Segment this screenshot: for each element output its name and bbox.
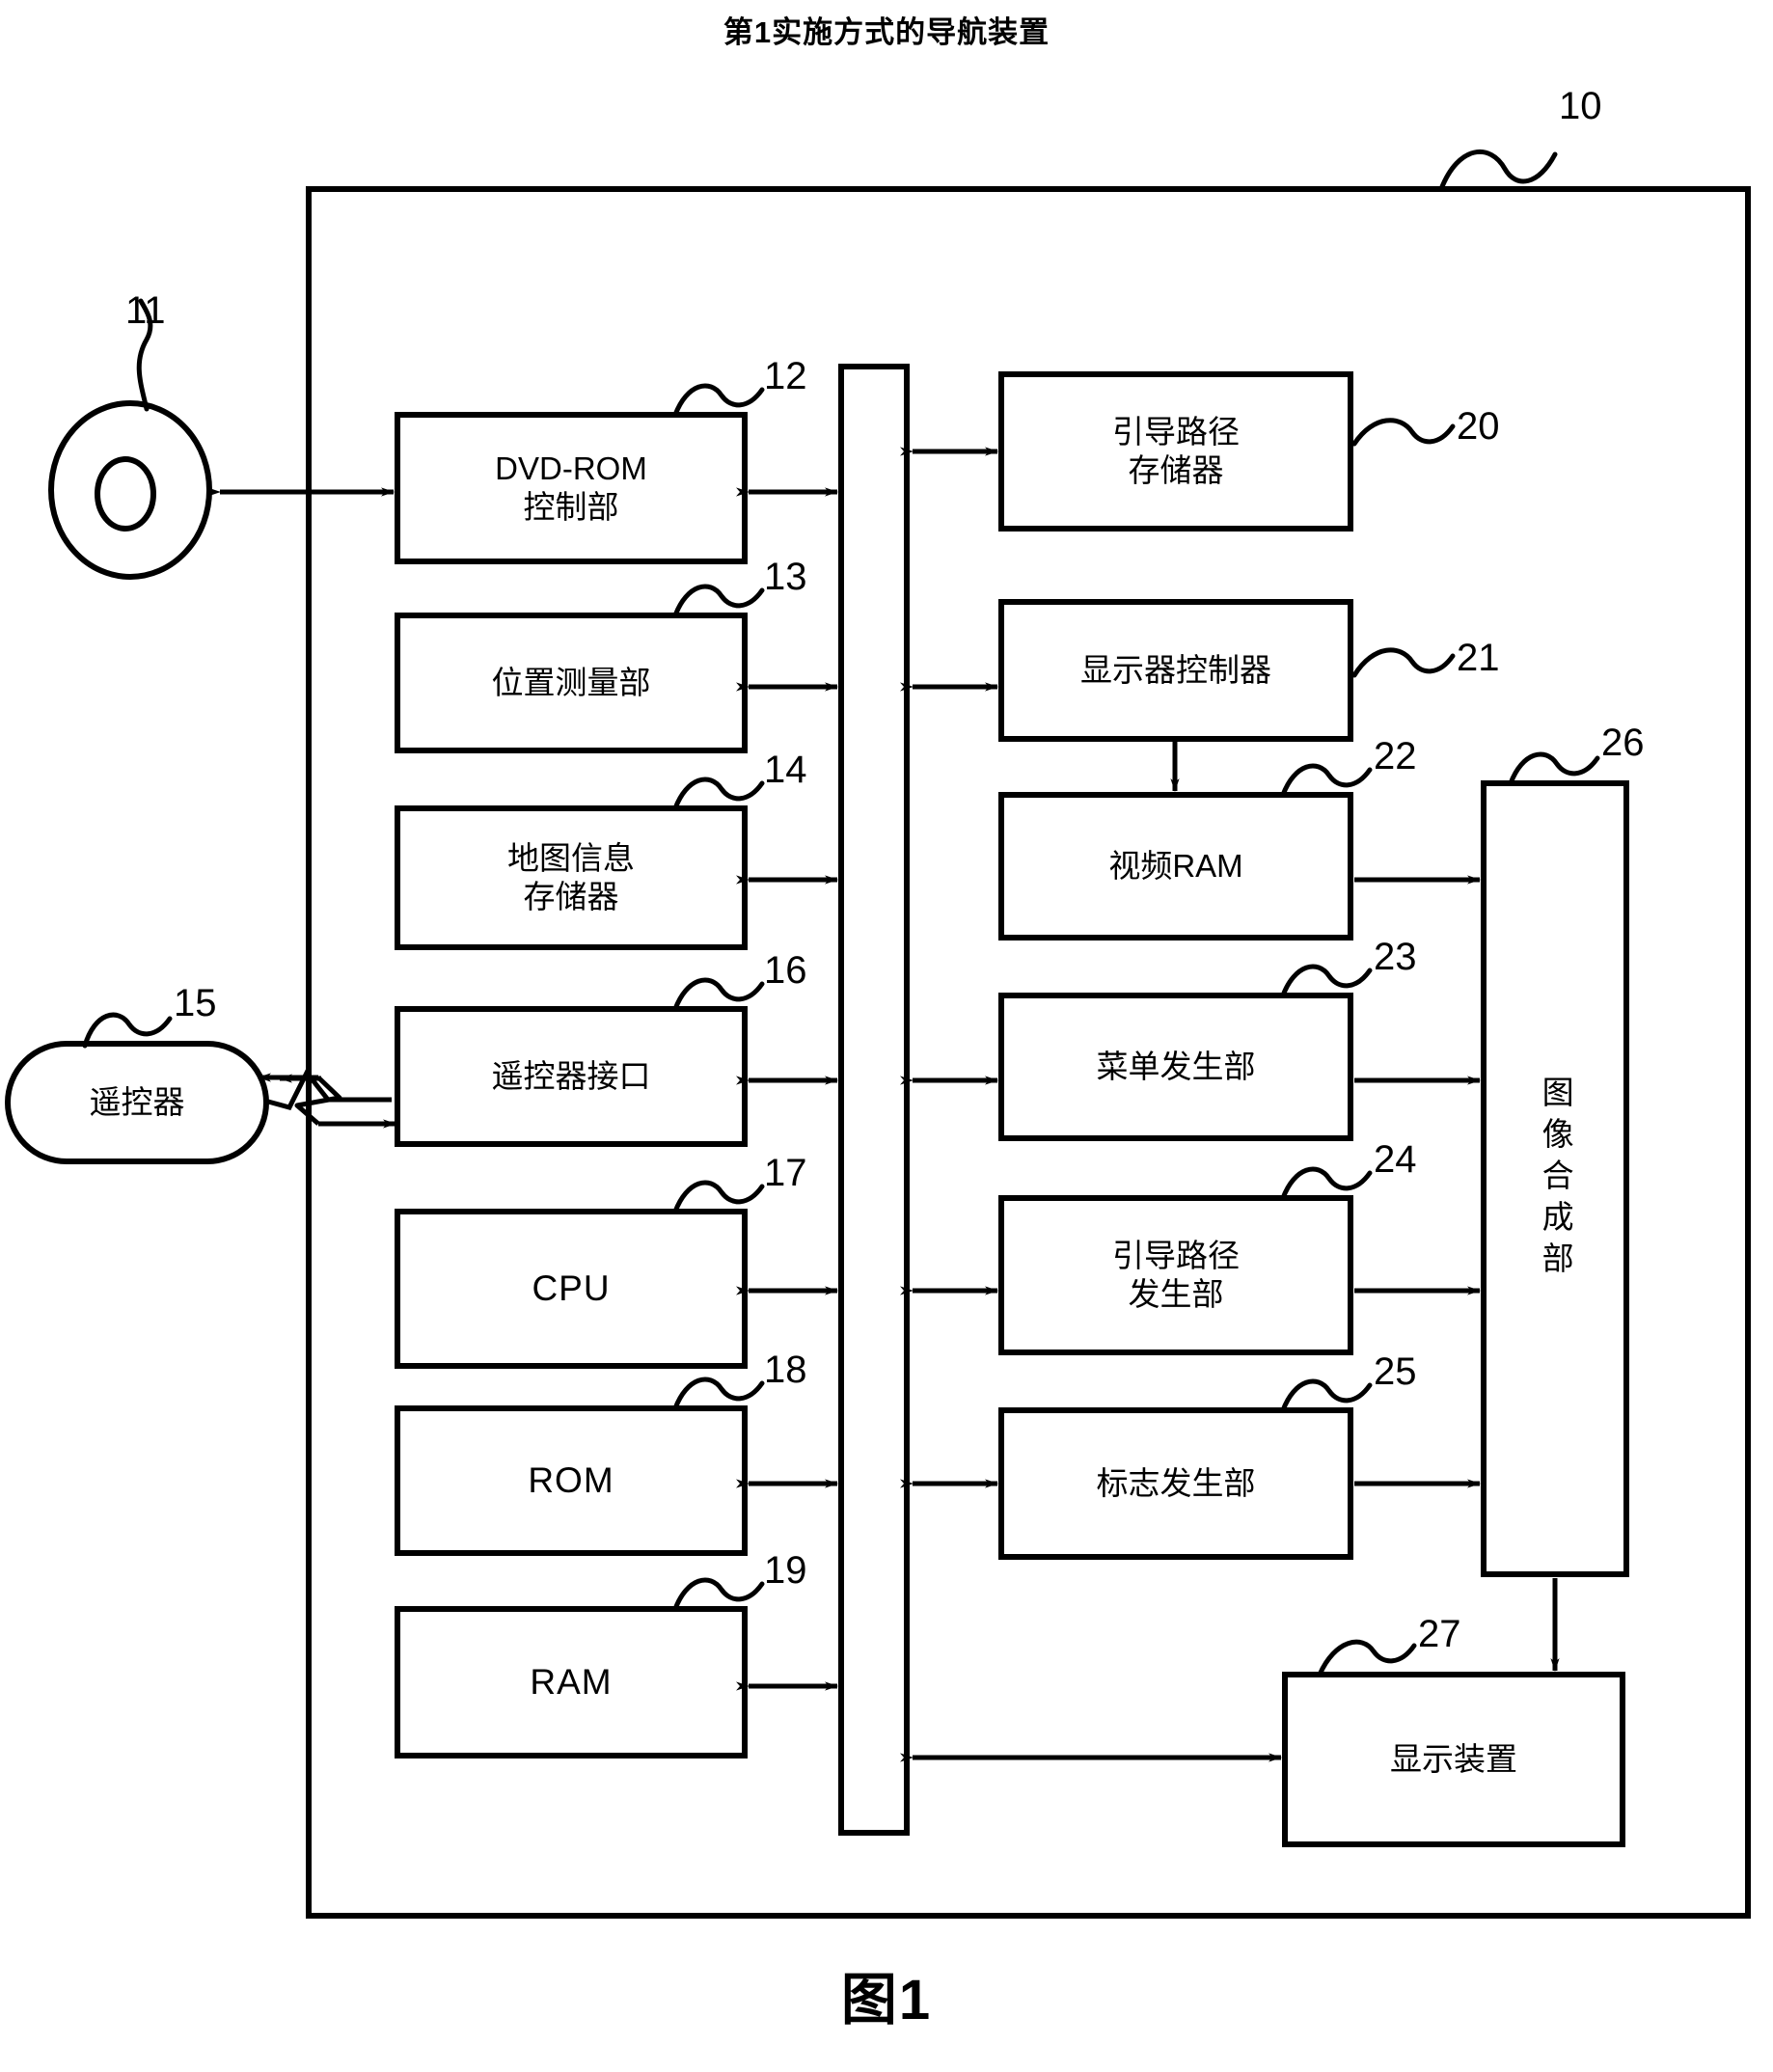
node-label-guide-route-mem: 引导路径 存储器: [1112, 413, 1240, 488]
node-label-image-compose: 图像合成部: [1538, 1075, 1574, 1283]
figure-title: 第1实施方式的导航装置: [723, 15, 1050, 49]
ref-number-22: 22: [1374, 735, 1417, 777]
ref-number-21: 21: [1457, 637, 1500, 679]
node-label-position-meas: 位置测量部: [491, 664, 651, 700]
node-label-display-ctrl: 显示器控制器: [1080, 651, 1271, 688]
ref-number-20: 20: [1457, 405, 1500, 448]
ref-number-15: 15: [174, 982, 217, 1024]
ref-number-26: 26: [1601, 722, 1645, 764]
ref-number-14: 14: [764, 749, 807, 791]
node-label-ram: RAM: [530, 1662, 613, 1703]
ref-number-19: 19: [764, 1549, 807, 1592]
node-label-dvd-rom-ctrl: DVD-ROM 控制部: [495, 450, 647, 525]
node-label-cpu: CPU: [532, 1268, 611, 1309]
ref-number-16: 16: [764, 949, 807, 992]
node-label-remote-if: 遥控器接口: [491, 1057, 651, 1094]
node-label-mark-gen: 标志发生部: [1096, 1464, 1256, 1501]
node-label-video-ram: 视频RAM: [1108, 847, 1243, 884]
node-label-map-info-mem: 地图信息 存储器: [507, 839, 635, 914]
ref-number-23: 23: [1374, 936, 1417, 978]
node-label-remote: 遥控器: [89, 1083, 185, 1120]
ref-number-12: 12: [764, 355, 807, 397]
ref-number-10: 10: [1559, 85, 1602, 127]
ref-number-17: 17: [764, 1152, 807, 1194]
figure-canvas: 第1实施方式的导航装置 DVD-ROM 控制部 位置测量部 地图信息 存储器 遥…: [0, 0, 1773, 2072]
node-label-rom: ROM: [528, 1460, 614, 1501]
node-label-display-dev: 显示装置: [1390, 1740, 1517, 1777]
node-label-menu-gen: 菜单发生部: [1096, 1048, 1256, 1084]
ref-number-27: 27: [1418, 1613, 1461, 1655]
ref-number-18: 18: [764, 1349, 807, 1391]
figure-number: 图1: [840, 1969, 933, 2031]
ref-number-24: 24: [1374, 1138, 1417, 1181]
node-label-guide-route-gen: 引导路径 发生部: [1112, 1237, 1240, 1312]
ref-number-11: 11: [125, 289, 166, 332]
ref-number-25: 25: [1374, 1350, 1417, 1393]
ref-number-13: 13: [764, 556, 807, 598]
